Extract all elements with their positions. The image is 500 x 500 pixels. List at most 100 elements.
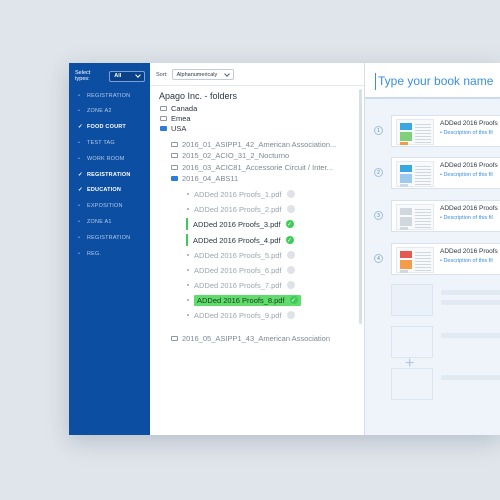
card-title: ADDed 2016 Proofs <box>440 205 498 212</box>
subfolder-label: 2016_05_ASIPP1_43_American Association <box>182 333 331 343</box>
sidebar-item[interactable]: • ZONE A2 <box>78 105 146 117</box>
sort-control: Sort: Alphanumericaly <box>156 69 234 80</box>
thumbnail-line <box>415 172 431 173</box>
subfolder-row[interactable]: 2016_01_ASIPP1_42_American Association..… <box>171 139 336 149</box>
thumbnail-line <box>415 127 431 128</box>
file-name: ADDed 2016 Proofs_8.pdf <box>197 295 285 305</box>
folder-row-canada[interactable]: Canada <box>160 103 197 113</box>
thumbnail-block <box>400 217 412 226</box>
thumbnail-line <box>415 139 431 140</box>
subfolder-row[interactable]: 2016_03_ACIC81_Accessorie Circuit / Inte… <box>171 162 333 172</box>
type-select[interactable]: All <box>109 70 145 82</box>
sidebar-item[interactable]: ✓ EDUCATION <box>78 184 146 196</box>
placeholder-line <box>441 375 500 380</box>
thumbnail-line <box>415 181 431 182</box>
sidebar-item-label: REGISTRATION <box>87 172 131 178</box>
type-select-value: All <box>114 73 122 79</box>
file-row[interactable]: ADDed 2016 Proofs_6.pdf <box>187 264 295 276</box>
file-row[interactable]: ADDed 2016 Proofs_9.pdf <box>187 309 295 321</box>
thumbnail-line <box>415 133 431 134</box>
book-file-card[interactable]: ADDed 2016 Proofs • Description of this f… <box>391 115 500 147</box>
bullet-icon: • <box>78 108 80 114</box>
thumbnail-line <box>415 224 431 225</box>
sidebar-item[interactable]: • REGISTRATION <box>78 232 146 244</box>
sidebar-item[interactable]: • REG. <box>78 248 146 260</box>
document-thumbnail <box>396 161 434 187</box>
sidebar-item[interactable]: ✓ REGISTRATION <box>78 169 146 181</box>
folder-icon <box>171 141 178 147</box>
folder-row-usa[interactable]: USA <box>160 123 186 133</box>
book-panel: Type your book name 1 ADDed 2016 Proofs • … <box>365 63 500 435</box>
file-row[interactable]: ADDed 2016 Proofs_5.pdf <box>187 249 295 261</box>
scrollbar[interactable] <box>359 89 362 324</box>
thumbnail-line <box>415 221 431 222</box>
bullet-icon <box>187 193 189 195</box>
checkmark-icon: ✓ <box>78 187 83 193</box>
subfolder-row[interactable]: 2016_05_ASIPP1_43_American Association <box>171 333 330 343</box>
bullet-icon: • <box>78 156 80 162</box>
card-number: 4 <box>374 254 383 263</box>
file-row[interactable]: ADDed 2016 Proofs_8.pdf ✓ <box>187 294 301 306</box>
book-file-card[interactable]: ADDed 2016 Proofs • Description of this f… <box>391 200 500 232</box>
thumbnail-block <box>400 142 408 145</box>
thumbnail-line <box>415 264 431 265</box>
sort-select[interactable]: Alphanumericaly <box>171 69 234 80</box>
bullet-icon <box>187 284 189 286</box>
thumbnail-line <box>415 184 431 185</box>
thumbnail-line <box>415 261 431 262</box>
document-thumbnail <box>396 247 434 273</box>
status-dot-icon <box>286 281 295 289</box>
file-row[interactable]: ADDed 2016 Proofs_4.pdf ✓ <box>186 234 294 246</box>
file-highlight: ADDed 2016 Proofs_8.pdf ✓ <box>194 294 301 306</box>
file-name-wrap: ADDed 2016 Proofs_1.pdf <box>194 190 295 199</box>
chevron-down-icon <box>223 70 230 77</box>
file-row[interactable]: ADDed 2016 Proofs_2.pdf <box>187 203 295 215</box>
status-dot-icon <box>286 251 295 259</box>
sidebar-item-label: EXPOSITION <box>87 203 123 209</box>
file-name: ADDed 2016 Proofs_4.pdf <box>193 235 281 245</box>
sidebar-item-label: EDUCATION <box>87 187 122 193</box>
add-file-slot[interactable] <box>391 284 433 316</box>
checkmark-icon: ✓ <box>78 124 83 130</box>
sidebar-item[interactable]: • WORK ROOM <box>78 153 146 165</box>
file-row[interactable]: ADDed 2016 Proofs_1.pdf <box>187 188 295 200</box>
sidebar-item[interactable]: • REGISTRATION <box>78 90 146 102</box>
sidebar-item[interactable]: • TEST TAG <box>78 137 146 149</box>
folder-row-emea[interactable]: Emea <box>160 113 191 123</box>
thumbnail-block <box>400 251 412 258</box>
folder-label: Emea <box>171 113 191 123</box>
file-name-wrap: ADDed 2016 Proofs_7.pdf <box>194 281 295 290</box>
bullet-icon: • <box>78 219 80 225</box>
file-name: ADDed 2016 Proofs_5.pdf <box>194 250 282 260</box>
file-name-wrap: ADDed 2016 Proofs_9.pdf <box>194 311 295 320</box>
file-row[interactable]: ADDed 2016 Proofs_3.pdf ✓ <box>186 218 294 230</box>
subfolder-label: 2016_03_ACIC81_Accessorie Circuit / Inte… <box>182 162 333 172</box>
card-title: ADDed 2016 Proofs <box>440 248 498 255</box>
sidebar-item[interactable]: • ZONE A1 <box>78 216 146 228</box>
subfolder-row-open[interactable]: 2016_04_ABS11 <box>171 173 238 183</box>
placeholder-line <box>441 290 500 295</box>
book-file-card[interactable]: ADDed 2016 Proofs • Description of this f… <box>391 243 500 275</box>
sidebar-item[interactable]: ✓ FOOD COURT <box>78 121 146 133</box>
file-name: ADDed 2016 Proofs_2.pdf <box>194 204 282 214</box>
card-description: • Description of this fil <box>440 258 493 264</box>
subfolder-row[interactable]: 2015_02_ACIO_31_2_Nocturno <box>171 150 289 160</box>
file-name: ADDed 2016 Proofs_9.pdf <box>194 310 282 320</box>
status-dot-icon <box>286 205 295 213</box>
check-circle-icon: ✓ <box>285 236 294 244</box>
book-name-input[interactable]: Type your book name <box>378 74 493 88</box>
thumbnail-line <box>415 209 431 210</box>
thumbnail-block <box>400 184 408 187</box>
thumbnail-line <box>415 215 431 216</box>
folder-label: USA <box>171 123 187 133</box>
file-row[interactable]: ADDed 2016 Proofs_7.pdf <box>187 279 295 291</box>
book-file-card[interactable]: ADDed 2016 Proofs • Description of this f… <box>391 157 500 189</box>
sidebar-item[interactable]: • EXPOSITION <box>78 200 146 212</box>
thumbnail-line <box>415 252 431 253</box>
file-name: ADDed 2016 Proofs_7.pdf <box>194 280 282 290</box>
book-header: Type your book name <box>365 63 500 99</box>
sidebar-item-label: FOOD COURT <box>87 124 126 130</box>
thumbnail-line <box>415 169 431 170</box>
thumbnail-line <box>415 136 431 137</box>
bullet-icon <box>187 299 189 301</box>
